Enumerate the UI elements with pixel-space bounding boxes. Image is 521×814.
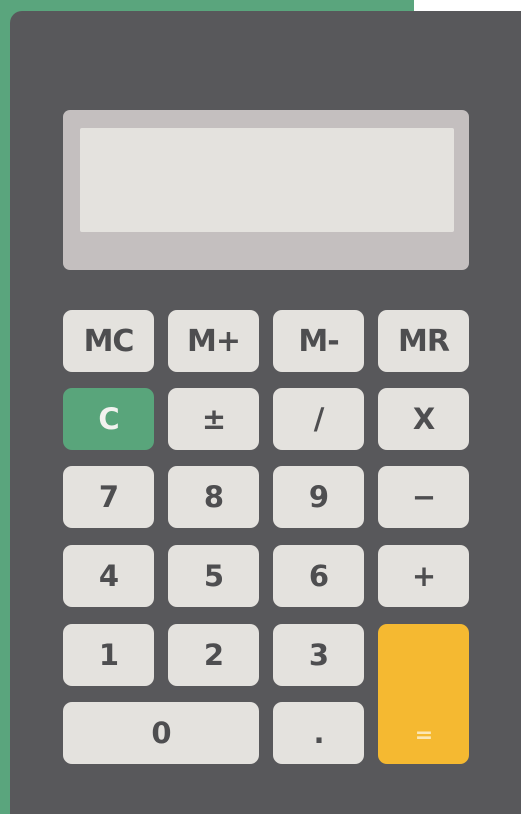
digit-2-button[interactable]: 2 [168, 624, 259, 686]
mr-button[interactable]: MR [378, 310, 469, 372]
equals-button[interactable]: = [378, 624, 469, 764]
mc-button[interactable]: MC [63, 310, 154, 372]
digit-9-button[interactable]: 9 [273, 466, 364, 528]
digit-7-button[interactable]: 7 [63, 466, 154, 528]
plus-minus-button[interactable]: ± [168, 388, 259, 450]
m-minus-button[interactable]: M- [273, 310, 364, 372]
subtract-button[interactable]: − [378, 466, 469, 528]
calculator-body: MC M+ M- MR C ± / X 7 8 9 − 4 5 6 + 1 2 … [10, 11, 521, 814]
digit-6-button[interactable]: 6 [273, 545, 364, 607]
multiply-button[interactable]: X [378, 388, 469, 450]
digit-0-button[interactable]: 0 [63, 702, 259, 764]
add-button[interactable]: + [378, 545, 469, 607]
digit-4-button[interactable]: 4 [63, 545, 154, 607]
display-screen [80, 128, 454, 232]
digit-5-button[interactable]: 5 [168, 545, 259, 607]
m-plus-button[interactable]: M+ [168, 310, 259, 372]
digit-3-button[interactable]: 3 [273, 624, 364, 686]
display-frame [63, 110, 469, 270]
digit-1-button[interactable]: 1 [63, 624, 154, 686]
clear-button[interactable]: C [63, 388, 154, 450]
digit-8-button[interactable]: 8 [168, 466, 259, 528]
decimal-button[interactable]: . [273, 702, 364, 764]
calculator-app: MC M+ M- MR C ± / X 7 8 9 − 4 5 6 + 1 2 … [0, 0, 521, 814]
divide-button[interactable]: / [273, 388, 364, 450]
